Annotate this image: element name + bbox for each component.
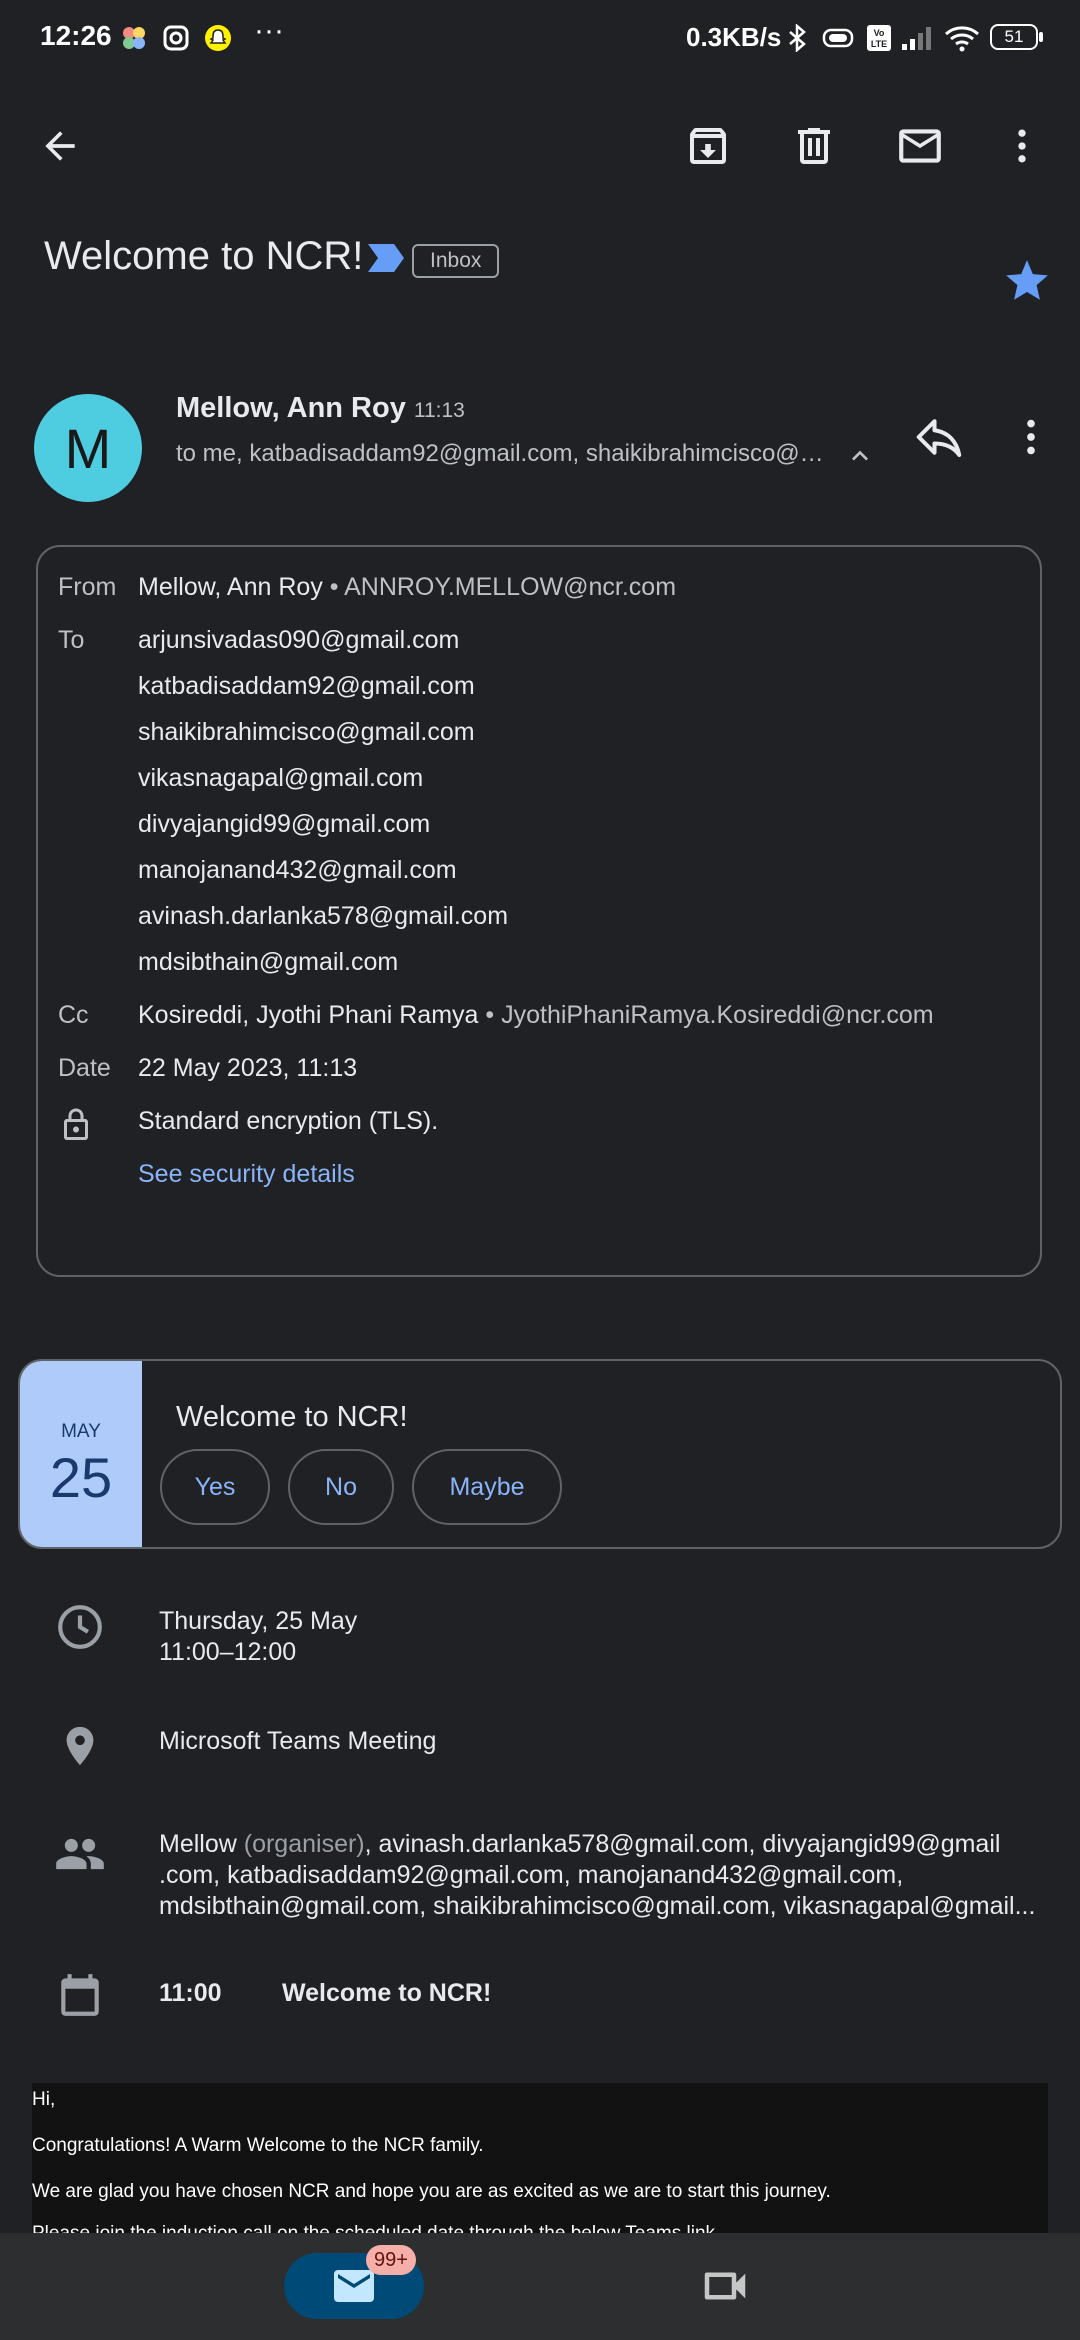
more-options-button[interactable] [994, 118, 1050, 174]
event-date-tile: MAY 25 [20, 1361, 142, 1547]
email-details-card: From Mellow, Ann Roy • ANNROY.MELLOW@ncr… [36, 545, 1042, 1277]
event-title: Welcome to NCR! [176, 1401, 408, 1433]
wifi-icon [944, 24, 980, 52]
cc-email[interactable]: JyothiPhaniRamya.Kosireddi@ncr.com [501, 1001, 934, 1029]
people-icon [52, 1826, 108, 1882]
attendees-line1: , avinash.darlanka578@gmail.com, divyaja… [364, 1830, 1001, 1858]
cc-label: Cc [58, 1001, 89, 1029]
clock-icon [52, 1599, 108, 1655]
to-recipient[interactable]: arjunsivadas090@gmail.com [138, 626, 459, 655]
agenda-time: 11:00 [159, 1979, 222, 2007]
to-recipient[interactable]: divyajangid99@gmail.com [138, 810, 430, 839]
organiser-tag: (organiser) [243, 1830, 365, 1858]
from-name: Mellow, Ann Roy [138, 573, 323, 601]
email-time: 11:13 [413, 399, 465, 422]
event-month: MAY [61, 1421, 101, 1442]
calendar-invite-card: MAY 25 Welcome to NCR! Yes No Maybe [18, 1359, 1062, 1549]
date-label: Date [58, 1054, 111, 1082]
reply-button[interactable] [912, 410, 966, 464]
photos-app-icon [120, 24, 148, 52]
status-time: 12:26 [40, 20, 112, 51]
event-when: Thursday, 25 May 11:00–12:00 [159, 1606, 357, 1668]
body-line: Congratulations! A Warm Welcome to the N… [32, 2135, 484, 2156]
body-line: Hi, [32, 2089, 56, 2110]
bottom-navigation [0, 2233, 1080, 2340]
agenda-title[interactable]: Welcome to NCR! [282, 1978, 491, 2009]
location-pin-icon [52, 1718, 108, 1774]
email-subject: Welcome to NCR! [44, 234, 364, 278]
video-camera-icon [704, 2272, 746, 2300]
bluetooth-icon [786, 24, 808, 52]
collapse-details-chevron-icon[interactable] [844, 440, 876, 472]
message-body: Hi, Congratulations! A Warm Welcome to t… [32, 2083, 1048, 2233]
svg-text:Vo: Vo [874, 28, 885, 38]
event-location: Microsoft Teams Meeting [159, 1727, 437, 1755]
body-line: We are glad you have chosen NCR and hope… [32, 2181, 831, 2202]
from-value: Mellow, Ann Roy • ANNROY.MELLOW@ncr.com [138, 573, 677, 601]
attendee-organiser: Mellow [159, 1830, 237, 1858]
from-email[interactable]: ANNROY.MELLOW@ncr.com [344, 573, 676, 601]
security-details-link[interactable]: See security details [138, 1160, 355, 1189]
vibrate-icon [818, 26, 858, 50]
rsvp-maybe-button[interactable]: Maybe [412, 1449, 562, 1525]
to-recipient[interactable]: katbadisaddam92@gmail.com [138, 672, 475, 701]
rsvp-no-button[interactable]: No [288, 1449, 394, 1525]
instagram-icon [162, 24, 190, 52]
snapchat-icon [204, 24, 232, 52]
mark-unread-button[interactable] [892, 118, 948, 174]
cc-value: Kosireddi, Jyothi Phani Ramya • JyothiPh… [138, 1001, 934, 1029]
to-recipient[interactable]: manojanand432@gmail.com [138, 856, 457, 885]
sender-name: Mellow, Ann Roy [176, 392, 406, 424]
event-time-line: 11:00–12:00 [159, 1638, 297, 1666]
battery-level: 51 [1004, 27, 1024, 46]
event-date-line: Thursday, 25 May [159, 1607, 358, 1635]
encryption-text: Standard encryption (TLS). [138, 1107, 439, 1135]
inbox-label-chip[interactable]: Inbox [412, 244, 500, 278]
lock-icon [58, 1107, 94, 1143]
back-button[interactable] [32, 118, 88, 174]
meet-tab[interactable] [698, 2259, 752, 2313]
more-notifications-icon: ··· [254, 14, 284, 47]
attendees-line3: mdsibthain@gmail.com, shaikibrahimcisco@… [159, 1892, 1036, 1920]
unread-count-badge: 99+ [366, 2245, 416, 2275]
message-more-button[interactable] [1008, 414, 1054, 460]
star-icon[interactable] [1002, 256, 1052, 306]
rsvp-yes-button[interactable]: Yes [160, 1449, 270, 1525]
calendar-icon [52, 1967, 108, 2023]
to-recipient[interactable]: shaikibrahimcisco@gmail.com [138, 718, 475, 747]
date-value: 22 May 2023, 11:13 [138, 1054, 358, 1082]
sender-avatar[interactable]: M [34, 394, 142, 502]
recipients-summary: to me, katbadisaddam92@gmail.com, shaiki… [176, 440, 836, 467]
attendees-line2: .com, katbadisaddam92@gmail.com, manojan… [159, 1861, 904, 1889]
event-attendees: Mellow (organiser), avinash.darlanka578@… [159, 1829, 1035, 1922]
network-speed: 0.3KB/s [686, 22, 782, 52]
volte-icon: Vo LTE [866, 24, 892, 52]
body-line: Please join the induction call on the sc… [32, 2223, 715, 2233]
archive-button[interactable] [680, 118, 736, 174]
delete-button[interactable] [786, 118, 842, 174]
to-label: To [58, 626, 85, 654]
cc-name: Kosireddi, Jyothi Phani Ramya [138, 1001, 479, 1029]
from-label: From [58, 573, 117, 601]
event-day: 25 [49, 1446, 113, 1509]
importance-marker-icon[interactable] [366, 242, 406, 274]
to-recipient[interactable]: avinash.darlanka578@gmail.com [138, 902, 508, 931]
cell-signal-icon [900, 24, 936, 52]
sender-row: Mellow, Ann Roy 11:13 [176, 392, 465, 425]
status-bar: 12:26 ··· 0.3KB/s Vo LTE 51 [0, 0, 1080, 76]
battery-icon: 51 [990, 24, 1046, 52]
svg-text:LTE: LTE [871, 39, 887, 49]
to-recipient[interactable]: mdsibthain@gmail.com [138, 948, 398, 977]
to-recipient[interactable]: vikasnagapal@gmail.com [138, 764, 423, 793]
